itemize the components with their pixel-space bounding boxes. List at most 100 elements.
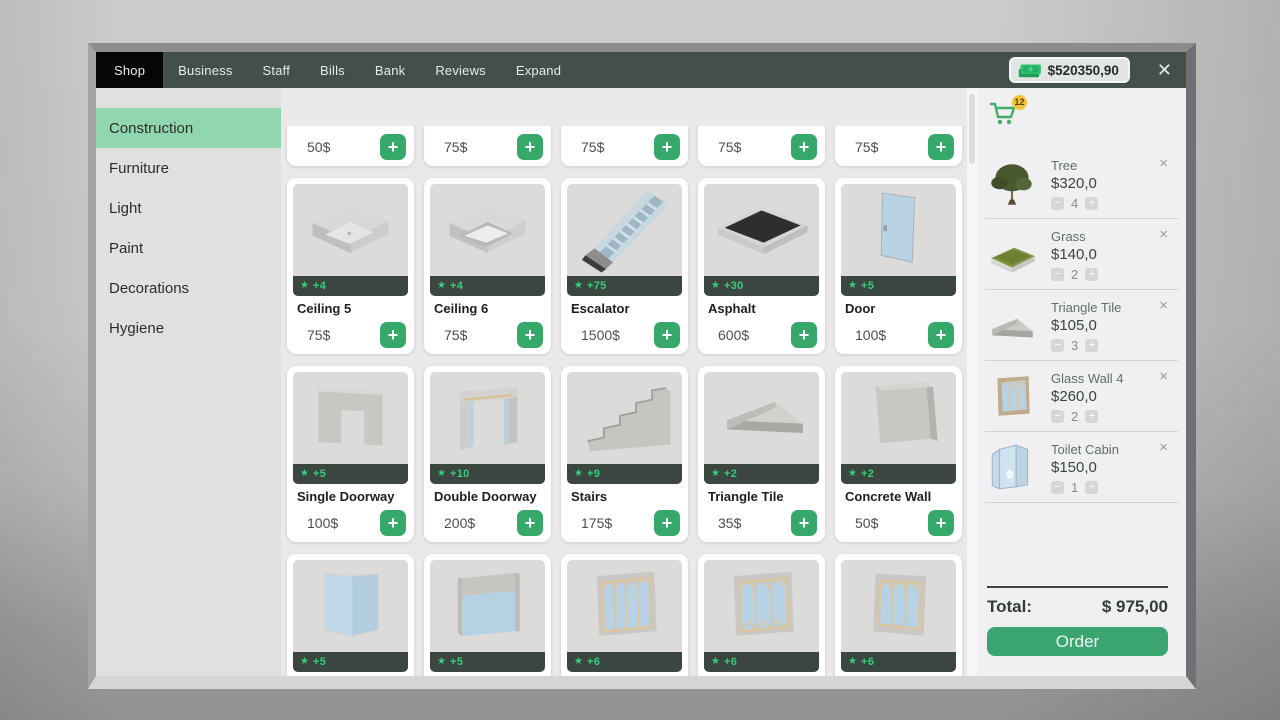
decrease-qty-button[interactable]: − [1051, 481, 1064, 494]
product-name [845, 674, 957, 676]
product-card: ★+75 Escalator 1500$+ [561, 178, 688, 354]
decrease-qty-button[interactable]: − [1051, 197, 1064, 210]
product-image-glass-wall-lattice-2: ★+6 [704, 560, 819, 672]
cart-item-name: Grass [1051, 229, 1098, 244]
tab-staff[interactable]: Staff [248, 52, 306, 88]
product-price: 75$ [432, 139, 467, 155]
add-to-cart-button[interactable]: + [380, 134, 406, 160]
product-price: 75$ [569, 139, 604, 155]
add-to-cart-button[interactable]: + [928, 510, 954, 536]
product-card: 75$+ [835, 126, 962, 166]
product-name [297, 126, 409, 132]
cart-item-price: $105,0 [1051, 317, 1121, 334]
add-to-cart-button[interactable]: + [380, 322, 406, 348]
decrease-qty-button[interactable]: − [1051, 339, 1064, 352]
rating-badge: ★+75 [567, 276, 682, 296]
sidebar-item-furniture[interactable]: Furniture [96, 148, 281, 188]
product-price: 600$ [706, 327, 749, 343]
product-name [708, 674, 820, 676]
product-name [845, 126, 957, 132]
add-to-cart-button[interactable]: + [928, 322, 954, 348]
product-price: 35$ [706, 515, 741, 531]
balance-display: $520350,90 [1009, 57, 1130, 83]
star-icon: ★ [574, 281, 583, 291]
add-to-cart-button[interactable]: + [517, 134, 543, 160]
product-price: 1500$ [569, 327, 620, 343]
product-card: ★+5 Door 100$+ [835, 178, 962, 354]
cart-item-price: $320,0 [1051, 175, 1098, 192]
product-image-concrete-wall: ★+2 [841, 372, 956, 484]
order-button[interactable]: Order [987, 627, 1168, 656]
product-name [297, 674, 409, 676]
increase-qty-button[interactable]: + [1085, 410, 1098, 423]
product-image-glass-wall-lattice-1: ★+6 [567, 560, 682, 672]
add-to-cart-button[interactable]: + [517, 510, 543, 536]
cart-item-thumbnail-triangle-tile [985, 297, 1039, 353]
sidebar-item-light[interactable]: Light [96, 188, 281, 228]
tab-expand[interactable]: Expand [501, 52, 576, 88]
add-to-cart-button[interactable]: + [791, 134, 817, 160]
product-row: ★+5 Single Doorway 100$+ ★+10 Double Doo… [281, 366, 967, 542]
add-to-cart-button[interactable]: + [654, 322, 680, 348]
star-icon: ★ [437, 281, 446, 291]
sidebar-item-decorations[interactable]: Decorations [96, 268, 281, 308]
product-name [434, 674, 546, 676]
product-image-stairs: ★+9 [567, 372, 682, 484]
add-to-cart-button[interactable]: + [791, 322, 817, 348]
increase-qty-button[interactable]: + [1085, 339, 1098, 352]
sidebar-item-hygiene[interactable]: Hygiene [96, 308, 281, 348]
product-price: 175$ [569, 515, 612, 531]
remove-item-button[interactable]: × [1159, 298, 1168, 313]
add-to-cart-button[interactable]: + [380, 510, 406, 536]
cart-item: Toilet Cabin $150,0 − 1 + × [985, 432, 1178, 503]
tab-business[interactable]: Business [163, 52, 247, 88]
star-icon: ★ [711, 657, 720, 667]
product-card: ★+4 Ceiling 6 75$+ [424, 178, 551, 354]
rating-badge: ★+30 [704, 276, 819, 296]
increase-qty-button[interactable]: + [1085, 268, 1098, 281]
add-to-cart-button[interactable]: + [791, 510, 817, 536]
cart-item-qty: 1 [1071, 480, 1078, 495]
star-icon: ★ [848, 469, 857, 479]
increase-qty-button[interactable]: + [1085, 197, 1098, 210]
cart-item-qty: 2 [1071, 267, 1078, 282]
close-button[interactable]: ✕ [1157, 61, 1172, 79]
rating-badge: ★+5 [293, 652, 408, 672]
product-card: 50$+ [287, 126, 414, 166]
add-to-cart-button[interactable]: + [928, 134, 954, 160]
product-image-double-doorway: ★+10 [430, 372, 545, 484]
product-name: Stairs [571, 486, 683, 508]
balance-amount: $520350,90 [1048, 63, 1119, 78]
tab-bills[interactable]: Bills [305, 52, 360, 88]
remove-item-button[interactable]: × [1159, 156, 1168, 171]
scrollbar-thumb[interactable] [969, 94, 975, 164]
star-icon: ★ [848, 281, 857, 291]
cart-item-name: Toilet Cabin [1051, 442, 1119, 457]
product-name: Ceiling 5 [297, 298, 409, 320]
product-price: 200$ [432, 515, 475, 531]
product-image-triangle-tile: ★+2 [704, 372, 819, 484]
decrease-qty-button[interactable]: − [1051, 410, 1064, 423]
remove-item-button[interactable]: × [1159, 369, 1168, 384]
tab-shop[interactable]: Shop [96, 52, 163, 88]
tab-reviews[interactable]: Reviews [420, 52, 501, 88]
sidebar-item-construction[interactable]: Construction [96, 108, 281, 148]
decrease-qty-button[interactable]: − [1051, 268, 1064, 281]
add-to-cart-button[interactable]: + [654, 134, 680, 160]
product-name: Ceiling 6 [434, 298, 546, 320]
increase-qty-button[interactable]: + [1085, 481, 1098, 494]
add-to-cart-button[interactable]: + [517, 322, 543, 348]
cart-item-qty: 2 [1071, 409, 1078, 424]
cart-item-price: $140,0 [1051, 246, 1098, 263]
cart-panel: 12 Tree $320,0 − 4 + × [977, 88, 1186, 676]
product-card: 75$ + [561, 126, 688, 166]
cart-item-thumbnail-toilet-cabin [985, 439, 1039, 495]
total-label: Total: [987, 597, 1032, 617]
product-price: 75$ [706, 139, 741, 155]
sidebar-item-paint[interactable]: Paint [96, 228, 281, 268]
tab-bank[interactable]: Bank [360, 52, 420, 88]
remove-item-button[interactable]: × [1159, 227, 1168, 242]
product-name [571, 674, 683, 676]
remove-item-button[interactable]: × [1159, 440, 1168, 455]
add-to-cart-button[interactable]: + [654, 510, 680, 536]
